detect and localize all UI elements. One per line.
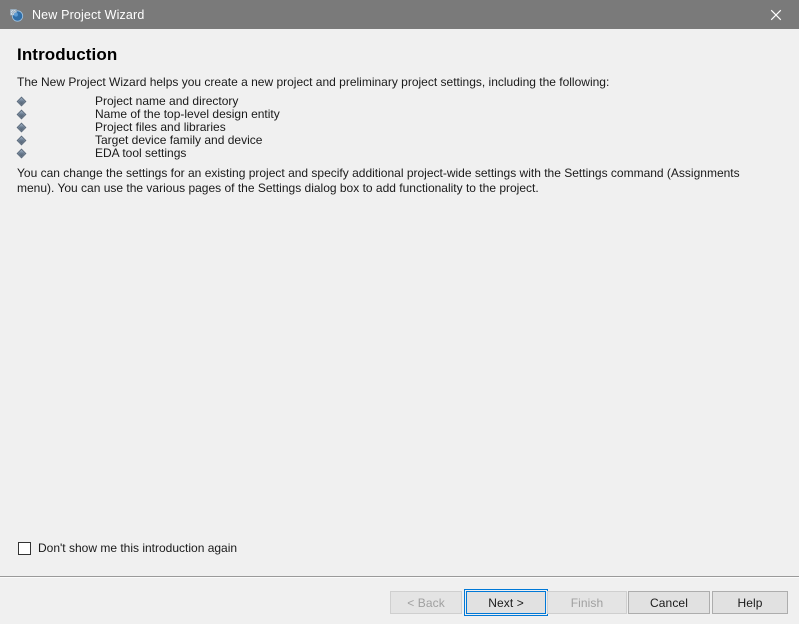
list-item-label: EDA tool settings (95, 146, 187, 160)
dont-show-again-checkbox[interactable] (18, 541, 31, 555)
window-title: New Project Wizard (32, 7, 145, 22)
close-icon (770, 9, 782, 21)
finish-button[interactable]: Finish (547, 591, 627, 614)
footer-button-bar: < Back Next > Finish Cancel Help (0, 578, 799, 624)
list-item: EDA tool settings (0, 147, 760, 160)
help-button[interactable]: Help (712, 591, 788, 614)
cancel-button[interactable]: Cancel (628, 591, 710, 614)
diamond-bullet-icon (16, 96, 27, 107)
diamond-bullet-icon (16, 135, 27, 146)
back-button[interactable]: < Back (390, 591, 462, 614)
page-title: Introduction (17, 45, 118, 64)
wizard-icon (8, 7, 24, 23)
body-paragraph: You can change the settings for an exist… (17, 166, 740, 195)
next-button[interactable]: Next > (464, 589, 548, 616)
close-button[interactable] (753, 0, 799, 29)
diamond-bullet-icon (16, 122, 27, 133)
dont-show-again-label: Don't show me this introduction again (38, 541, 238, 555)
dont-show-again-checkbox-row[interactable]: Don't show me this introduction again (18, 541, 237, 555)
new-project-wizard-dialog: New Project Wizard Introduction The New … (0, 0, 799, 624)
diamond-bullet-icon (16, 109, 27, 120)
diamond-bullet-icon (16, 148, 27, 159)
intro-paragraph: The New Project Wizard helps you create … (17, 75, 610, 89)
content-area: Introduction The New Project Wizard help… (0, 29, 799, 576)
feature-bullet-list: Project name and directory Name of the t… (0, 95, 760, 160)
title-bar: New Project Wizard (0, 0, 799, 29)
